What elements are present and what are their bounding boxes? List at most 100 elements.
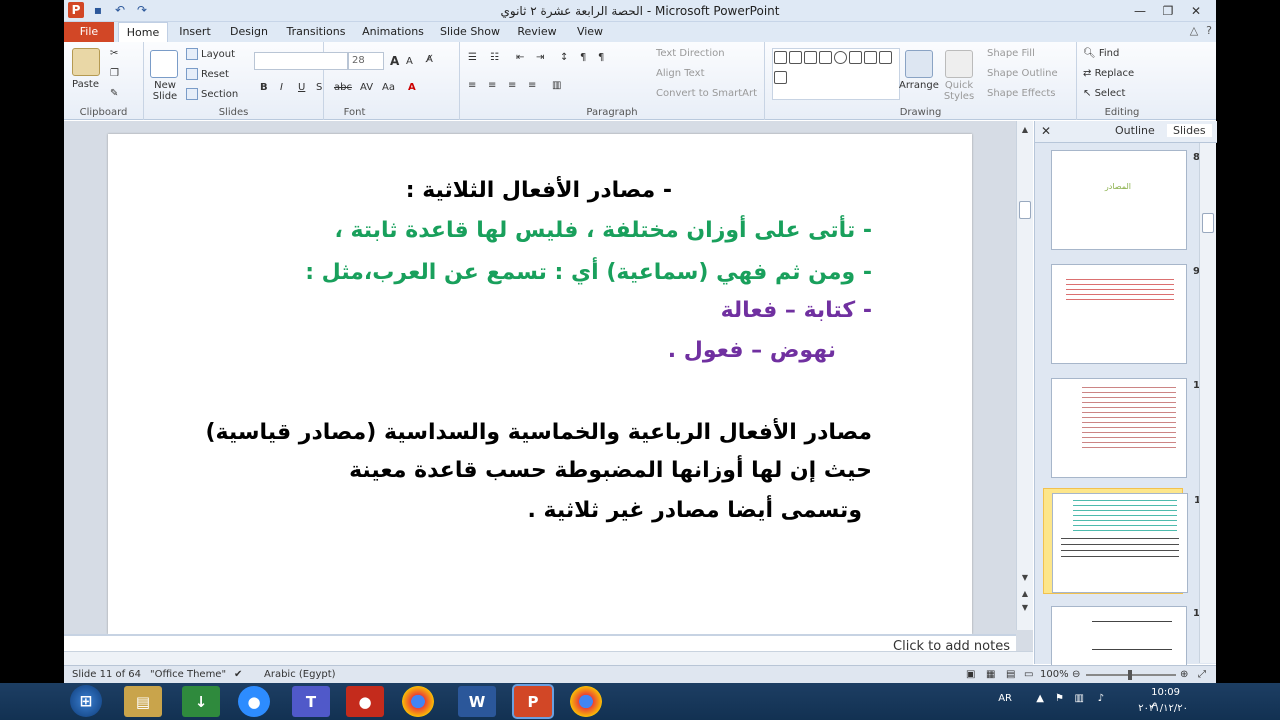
- clear-format-icon[interactable]: A̸: [426, 54, 433, 65]
- slide-line-2[interactable]: - تأتى على أوزان مختلفة ، فليس لها قاعدة…: [334, 218, 872, 243]
- zoom-level[interactable]: 100%: [1040, 669, 1069, 680]
- arrange-button[interactable]: Arrange: [899, 80, 939, 91]
- word-icon[interactable]: W: [458, 686, 496, 717]
- notes-pane[interactable]: Click to add notes: [64, 634, 1016, 651]
- download-manager-icon[interactable]: ↓: [182, 686, 220, 717]
- font-name-field[interactable]: [254, 52, 348, 70]
- close-icon[interactable]: ✕: [1182, 1, 1210, 21]
- tab-transitions[interactable]: Transitions: [282, 22, 350, 42]
- status-language[interactable]: Arabic (Egypt): [264, 669, 336, 680]
- help-icon[interactable]: ?: [1206, 24, 1212, 37]
- replace-button[interactable]: ⇄ Replace: [1083, 68, 1134, 79]
- shape-oval-icon[interactable]: [834, 51, 847, 64]
- new-slide-button[interactable]: New Slide: [148, 80, 182, 102]
- tab-slides[interactable]: Slides: [1167, 124, 1212, 137]
- prev-slide-icon[interactable]: ▲: [1017, 587, 1033, 601]
- tab-home[interactable]: Home: [118, 22, 168, 43]
- slideshow-icon[interactable]: ▭: [1024, 669, 1033, 680]
- shape-textbox-icon[interactable]: [774, 51, 787, 64]
- spellcheck-icon[interactable]: ✔: [234, 669, 242, 680]
- tab-file[interactable]: File: [64, 22, 114, 42]
- bullets-icon[interactable]: ☰: [468, 52, 477, 63]
- powerpoint-taskbar-icon[interactable]: P: [514, 686, 552, 717]
- justify-icon[interactable]: ≡: [528, 80, 536, 91]
- align-left-icon[interactable]: ≡: [468, 80, 476, 91]
- volume-icon[interactable]: ♪: [1098, 693, 1104, 704]
- status-theme[interactable]: "Office Theme": [150, 669, 226, 680]
- slide-thumb-11-selected[interactable]: 11: [1043, 488, 1208, 594]
- shape-rounded-rect-icon[interactable]: [849, 51, 862, 64]
- slide-sorter-icon[interactable]: ▦: [986, 669, 995, 680]
- italic-icon[interactable]: I: [280, 82, 283, 93]
- slide-line-7[interactable]: حيث إن لها أوزانها المضبوطة حسب قاعدة مع…: [349, 458, 872, 483]
- rtl-icon[interactable]: ¶: [598, 52, 604, 63]
- cut-icon[interactable]: ✂: [110, 48, 118, 59]
- quick-styles-button[interactable]: Quick Styles: [941, 80, 977, 102]
- align-text-button[interactable]: Align Text: [656, 68, 705, 79]
- tab-design[interactable]: Design: [224, 22, 274, 42]
- columns-icon[interactable]: ▥: [552, 80, 561, 91]
- copy-icon[interactable]: ❐: [110, 68, 119, 79]
- teams-icon[interactable]: T: [292, 686, 330, 717]
- flag-icon[interactable]: ⚑: [1055, 693, 1064, 704]
- quick-styles-icon[interactable]: [945, 50, 973, 78]
- bold-icon[interactable]: B: [260, 82, 268, 93]
- shape-fill-button[interactable]: Shape Fill: [987, 48, 1035, 59]
- shapes-gallery[interactable]: [772, 48, 900, 100]
- shape-outline-button[interactable]: Shape Outline: [987, 68, 1058, 79]
- decrease-indent-icon[interactable]: ⇤: [516, 52, 524, 63]
- restore-icon[interactable]: ❐: [1154, 1, 1182, 21]
- align-right-icon[interactable]: ≡: [508, 80, 516, 91]
- slide-line-5[interactable]: نهوض – فعول .: [668, 338, 836, 363]
- tab-animations[interactable]: Animations: [358, 22, 428, 42]
- section-button[interactable]: Section: [186, 88, 238, 100]
- line-spacing-icon[interactable]: ↕: [560, 52, 568, 63]
- zoom-slider-thumb[interactable]: [1128, 670, 1132, 680]
- minimize-ribbon-icon[interactable]: △: [1190, 24, 1198, 37]
- arrange-icon[interactable]: [905, 50, 933, 78]
- pane-scrollbar[interactable]: [1199, 143, 1216, 663]
- show-hidden-icons-icon[interactable]: ▲: [1036, 693, 1044, 704]
- strikethrough-icon[interactable]: abc: [334, 82, 352, 93]
- slide-thumb-9[interactable]: 9: [1043, 260, 1200, 366]
- shape-brace-icon[interactable]: [879, 51, 892, 64]
- slide-thumb-8[interactable]: المصادر 8: [1043, 146, 1200, 252]
- shape-arrow-icon[interactable]: [804, 51, 817, 64]
- pane-scroll-thumb[interactable]: [1202, 213, 1214, 233]
- slide-line-6[interactable]: مصادر الأفعال الرباعية والخماسية والسداس…: [205, 420, 872, 445]
- numbering-icon[interactable]: ☷: [490, 52, 499, 63]
- chrome-2-icon[interactable]: [570, 686, 602, 717]
- convert-smartart-button[interactable]: Convert to SmartArt: [656, 88, 757, 99]
- increase-indent-icon[interactable]: ⇥: [536, 52, 544, 63]
- find-button[interactable]: 🔍︎ Find: [1083, 48, 1119, 59]
- char-spacing-icon[interactable]: AV: [360, 82, 373, 93]
- minimize-icon[interactable]: —: [1126, 1, 1154, 21]
- align-center-icon[interactable]: ≡: [488, 80, 496, 91]
- editor-horizontal-scrollbar[interactable]: [64, 651, 1033, 665]
- paste-button[interactable]: Paste: [72, 79, 99, 90]
- font-size-field[interactable]: 28: [348, 52, 384, 70]
- editor-vertical-scrollbar[interactable]: ▲ ▼ ▲ ▼: [1016, 121, 1033, 630]
- layout-button[interactable]: Layout: [186, 48, 235, 60]
- scroll-down-icon[interactable]: ▼: [1017, 571, 1033, 585]
- shape-rectangle-icon[interactable]: [819, 51, 832, 64]
- slide-line-8[interactable]: وتسمى أيضا مصادر غير ثلاثية .: [528, 498, 862, 523]
- grow-font-icon[interactable]: A: [390, 54, 399, 68]
- shrink-font-icon[interactable]: A: [406, 56, 413, 67]
- tab-insert[interactable]: Insert: [174, 22, 216, 42]
- shape-effects-button[interactable]: Shape Effects: [987, 88, 1055, 99]
- scroll-thumb[interactable]: [1019, 201, 1031, 219]
- new-slide-icon[interactable]: [150, 50, 178, 78]
- underline-icon[interactable]: U: [298, 82, 305, 93]
- start-button-icon[interactable]: ⊞: [70, 685, 102, 717]
- change-case-icon[interactable]: Aa: [382, 82, 395, 93]
- shape-triangle-icon[interactable]: [864, 51, 877, 64]
- fit-to-window-icon[interactable]: ⤢: [1198, 669, 1206, 680]
- shadow-icon[interactable]: S: [316, 82, 322, 93]
- input-language[interactable]: AR: [998, 693, 1012, 704]
- tab-review[interactable]: Review: [512, 22, 562, 42]
- tab-slide-show[interactable]: Slide Show: [436, 22, 504, 42]
- zoom-app-icon[interactable]: ●: [238, 686, 270, 717]
- next-slide-icon[interactable]: ▼: [1017, 601, 1033, 615]
- slide-line-3[interactable]: - ومن ثم فهي (سماعية) أي : تسمع عن العرب…: [305, 260, 872, 285]
